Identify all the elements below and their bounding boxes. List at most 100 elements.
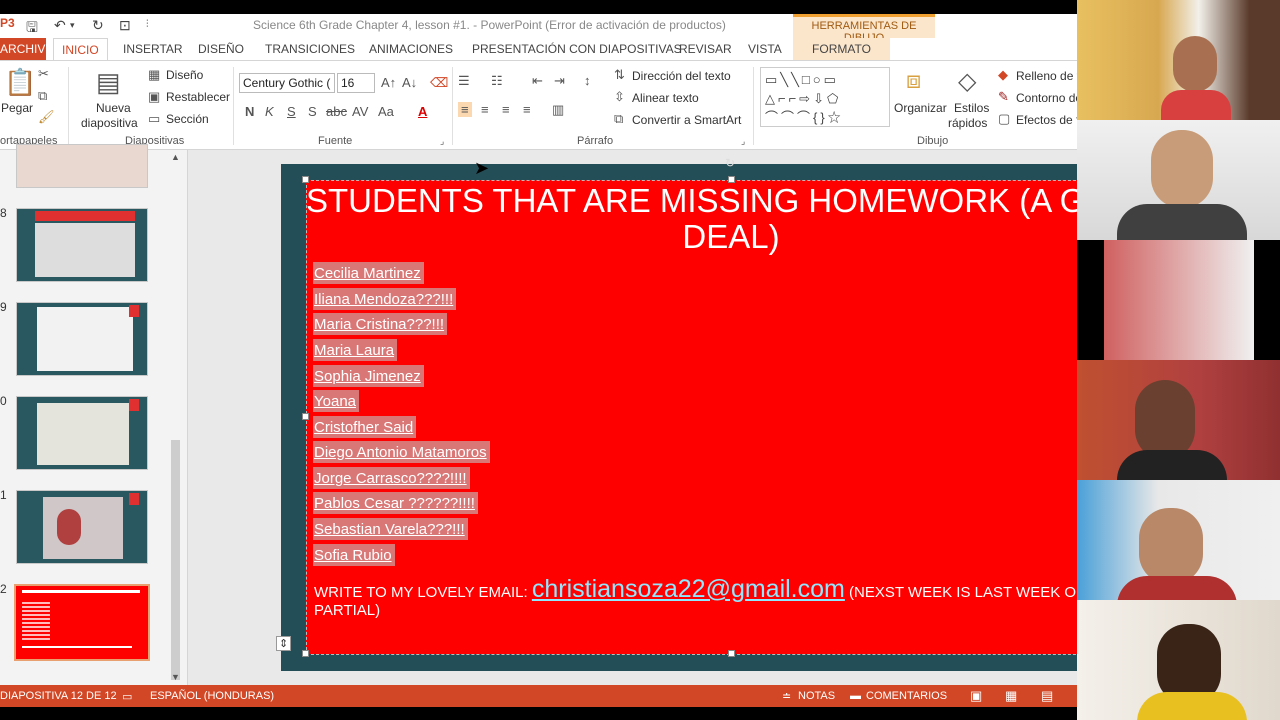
slide-thumbnail-9[interactable]	[16, 302, 148, 376]
section-button[interactable]: Sección	[166, 112, 209, 126]
shadow-icon[interactable]: S	[308, 104, 317, 119]
notes-button[interactable]: NOTAS	[798, 690, 835, 702]
participant-video-6[interactable]	[1077, 600, 1280, 720]
align-left-icon[interactable]: ≡	[458, 102, 472, 117]
participant-video-1[interactable]	[1077, 0, 1280, 120]
student-item[interactable]: Maria Laura	[313, 339, 398, 361]
font-color-icon[interactable]: A	[418, 104, 427, 119]
student-item[interactable]: Diego Antonio Matamoros	[313, 441, 490, 463]
bullets-icon[interactable]: ☰	[458, 73, 470, 89]
text-direction-button[interactable]: Dirección del texto	[632, 69, 731, 83]
tab-transitions[interactable]: TRANSICIONES	[265, 42, 355, 56]
arrange-button[interactable]: Organizar	[894, 101, 947, 115]
format-painter-icon[interactable]: 🖌	[38, 109, 55, 125]
undo-dropdown-icon[interactable]: ▾	[70, 20, 75, 31]
tab-design[interactable]: DISEÑO	[198, 42, 244, 56]
customize-qat-icon[interactable]: ⫶	[146, 19, 149, 30]
slide-thumbnail-7[interactable]	[16, 144, 148, 188]
shape-effects-button[interactable]: Efectos de fo	[1016, 113, 1077, 127]
student-item[interactable]: Pablos Cesar ??????!!!!	[313, 492, 478, 514]
spellcheck-icon[interactable]: ▭	[122, 690, 132, 703]
student-item[interactable]: Cecilia Martinez	[313, 262, 424, 284]
thumbnail-scroll-thumb[interactable]	[171, 440, 180, 680]
columns-icon[interactable]: ▥	[552, 102, 564, 118]
new-slide-icon[interactable]: ▤	[96, 67, 121, 98]
tab-view[interactable]: VISTA	[748, 42, 782, 56]
change-case-icon[interactable]: Aa	[378, 104, 394, 119]
font-name-input[interactable]: Century Gothic (	[239, 73, 335, 93]
normal-view-icon[interactable]: ▣	[970, 688, 982, 704]
tab-insert[interactable]: INSERTAR	[123, 42, 183, 56]
scroll-up-icon[interactable]: ▲	[171, 152, 180, 162]
arrange-icon[interactable]: ⧈	[906, 67, 921, 95]
quick-styles-button[interactable]: Estilos	[954, 101, 989, 115]
strikethrough-icon[interactable]: abc	[326, 104, 347, 119]
new-slide-label[interactable]: diapositiva	[81, 116, 138, 130]
decrease-indent-icon[interactable]: ⇤	[532, 73, 543, 89]
reset-button[interactable]: Restablecer	[166, 90, 230, 104]
student-item[interactable]: Sofia Rubio	[313, 544, 395, 566]
paragraph-dialog-launcher-icon[interactable]: ⌟	[741, 136, 745, 147]
quick-styles-label[interactable]: rápidos	[948, 116, 987, 130]
comments-button[interactable]: COMENTARIOS	[866, 690, 947, 702]
student-item[interactable]: Jorge Carrasco????!!!!	[313, 467, 470, 489]
tab-file[interactable]: ARCHIVO	[0, 38, 55, 60]
redo-icon[interactable]: ↻	[92, 17, 104, 34]
tab-review[interactable]: REVISAR	[679, 42, 732, 56]
comments-icon[interactable]: ▬	[850, 690, 861, 702]
student-item[interactable]: Iliana Mendoza???!!!	[313, 288, 457, 310]
resize-handle-top-left[interactable]	[302, 176, 309, 183]
line-spacing-icon[interactable]: ↕	[584, 73, 591, 88]
new-slide-button[interactable]: Nueva	[96, 101, 131, 115]
student-item[interactable]: Cristofher Said	[313, 416, 417, 438]
quick-styles-icon[interactable]: ◇	[958, 67, 976, 96]
slide-sorter-icon[interactable]: ▦	[1005, 688, 1017, 704]
paste-icon[interactable]: 📋	[4, 67, 36, 98]
powerpoint-app-icon[interactable]: P3	[0, 16, 15, 30]
tab-slideshow[interactable]: PRESENTACIÓN CON DIAPOSITIVAS	[472, 42, 682, 56]
notes-icon[interactable]: ≐	[782, 690, 791, 703]
participant-video-3[interactable]	[1077, 240, 1280, 360]
participant-video-2[interactable]	[1077, 120, 1280, 240]
autofit-options-icon[interactable]: ⇕	[276, 636, 292, 651]
increase-indent-icon[interactable]: ⇥	[554, 73, 565, 89]
tab-home[interactable]: INICIO	[53, 38, 108, 61]
start-from-beginning-icon[interactable]: ⊡	[119, 17, 131, 34]
tab-format[interactable]: FORMATO	[793, 38, 890, 60]
resize-handle-bottom-left[interactable]	[302, 650, 309, 657]
underline-icon[interactable]: S	[287, 104, 296, 119]
student-item[interactable]: Maria Cristina???!!!	[313, 313, 448, 335]
student-item[interactable]: Sebastian Varela???!!!	[313, 518, 468, 540]
align-right-icon[interactable]: ≡	[502, 102, 510, 117]
resize-handle-bottom[interactable]	[728, 650, 735, 657]
slide-thumbnail-8[interactable]	[16, 208, 148, 282]
shapes-gallery[interactable]: ▭╲╲□○▭ △⌐⌐⇨⇩⬠ ⌒⌒⌒{}☆	[760, 67, 890, 127]
rotate-handle-icon[interactable]: ↻	[725, 156, 735, 170]
participant-video-5[interactable]	[1077, 480, 1280, 600]
scroll-down-icon[interactable]: ▼	[171, 672, 180, 682]
student-item[interactable]: Yoana	[313, 390, 359, 412]
char-spacing-icon[interactable]: AV	[352, 104, 368, 119]
shrink-font-icon[interactable]: A↓	[402, 75, 417, 90]
layout-button[interactable]: Diseño	[166, 68, 203, 82]
font-dialog-launcher-icon[interactable]: ⌟	[440, 136, 444, 147]
tab-animations[interactable]: ANIMACIONES	[369, 42, 453, 56]
student-item[interactable]: Sophia Jimenez	[313, 365, 424, 387]
grow-font-icon[interactable]: A↑	[381, 75, 396, 90]
resize-handle-top[interactable]	[728, 176, 735, 183]
align-text-button[interactable]: Alinear texto	[632, 91, 699, 105]
slide-thumbnail-11[interactable]	[16, 490, 148, 564]
resize-handle-left[interactable]	[302, 413, 309, 420]
justify-icon[interactable]: ≡	[523, 102, 531, 117]
clear-formatting-icon[interactable]: ⌫	[430, 75, 448, 91]
align-center-icon[interactable]: ≡	[481, 102, 489, 117]
reading-view-icon[interactable]: ▤	[1041, 688, 1053, 704]
slide-thumbnail-12[interactable]	[14, 584, 150, 661]
undo-icon[interactable]: ↶	[54, 17, 66, 34]
shape-fill-button[interactable]: Relleno de fo	[1016, 69, 1077, 83]
font-size-input[interactable]: 16	[337, 73, 375, 93]
paste-button[interactable]: Pegar	[1, 101, 33, 115]
language-indicator[interactable]: ESPAÑOL (HONDURAS)	[150, 690, 274, 702]
email-link[interactable]: christiansoza22@gmail.com	[532, 575, 845, 603]
cut-icon[interactable]: ✂	[38, 66, 49, 82]
